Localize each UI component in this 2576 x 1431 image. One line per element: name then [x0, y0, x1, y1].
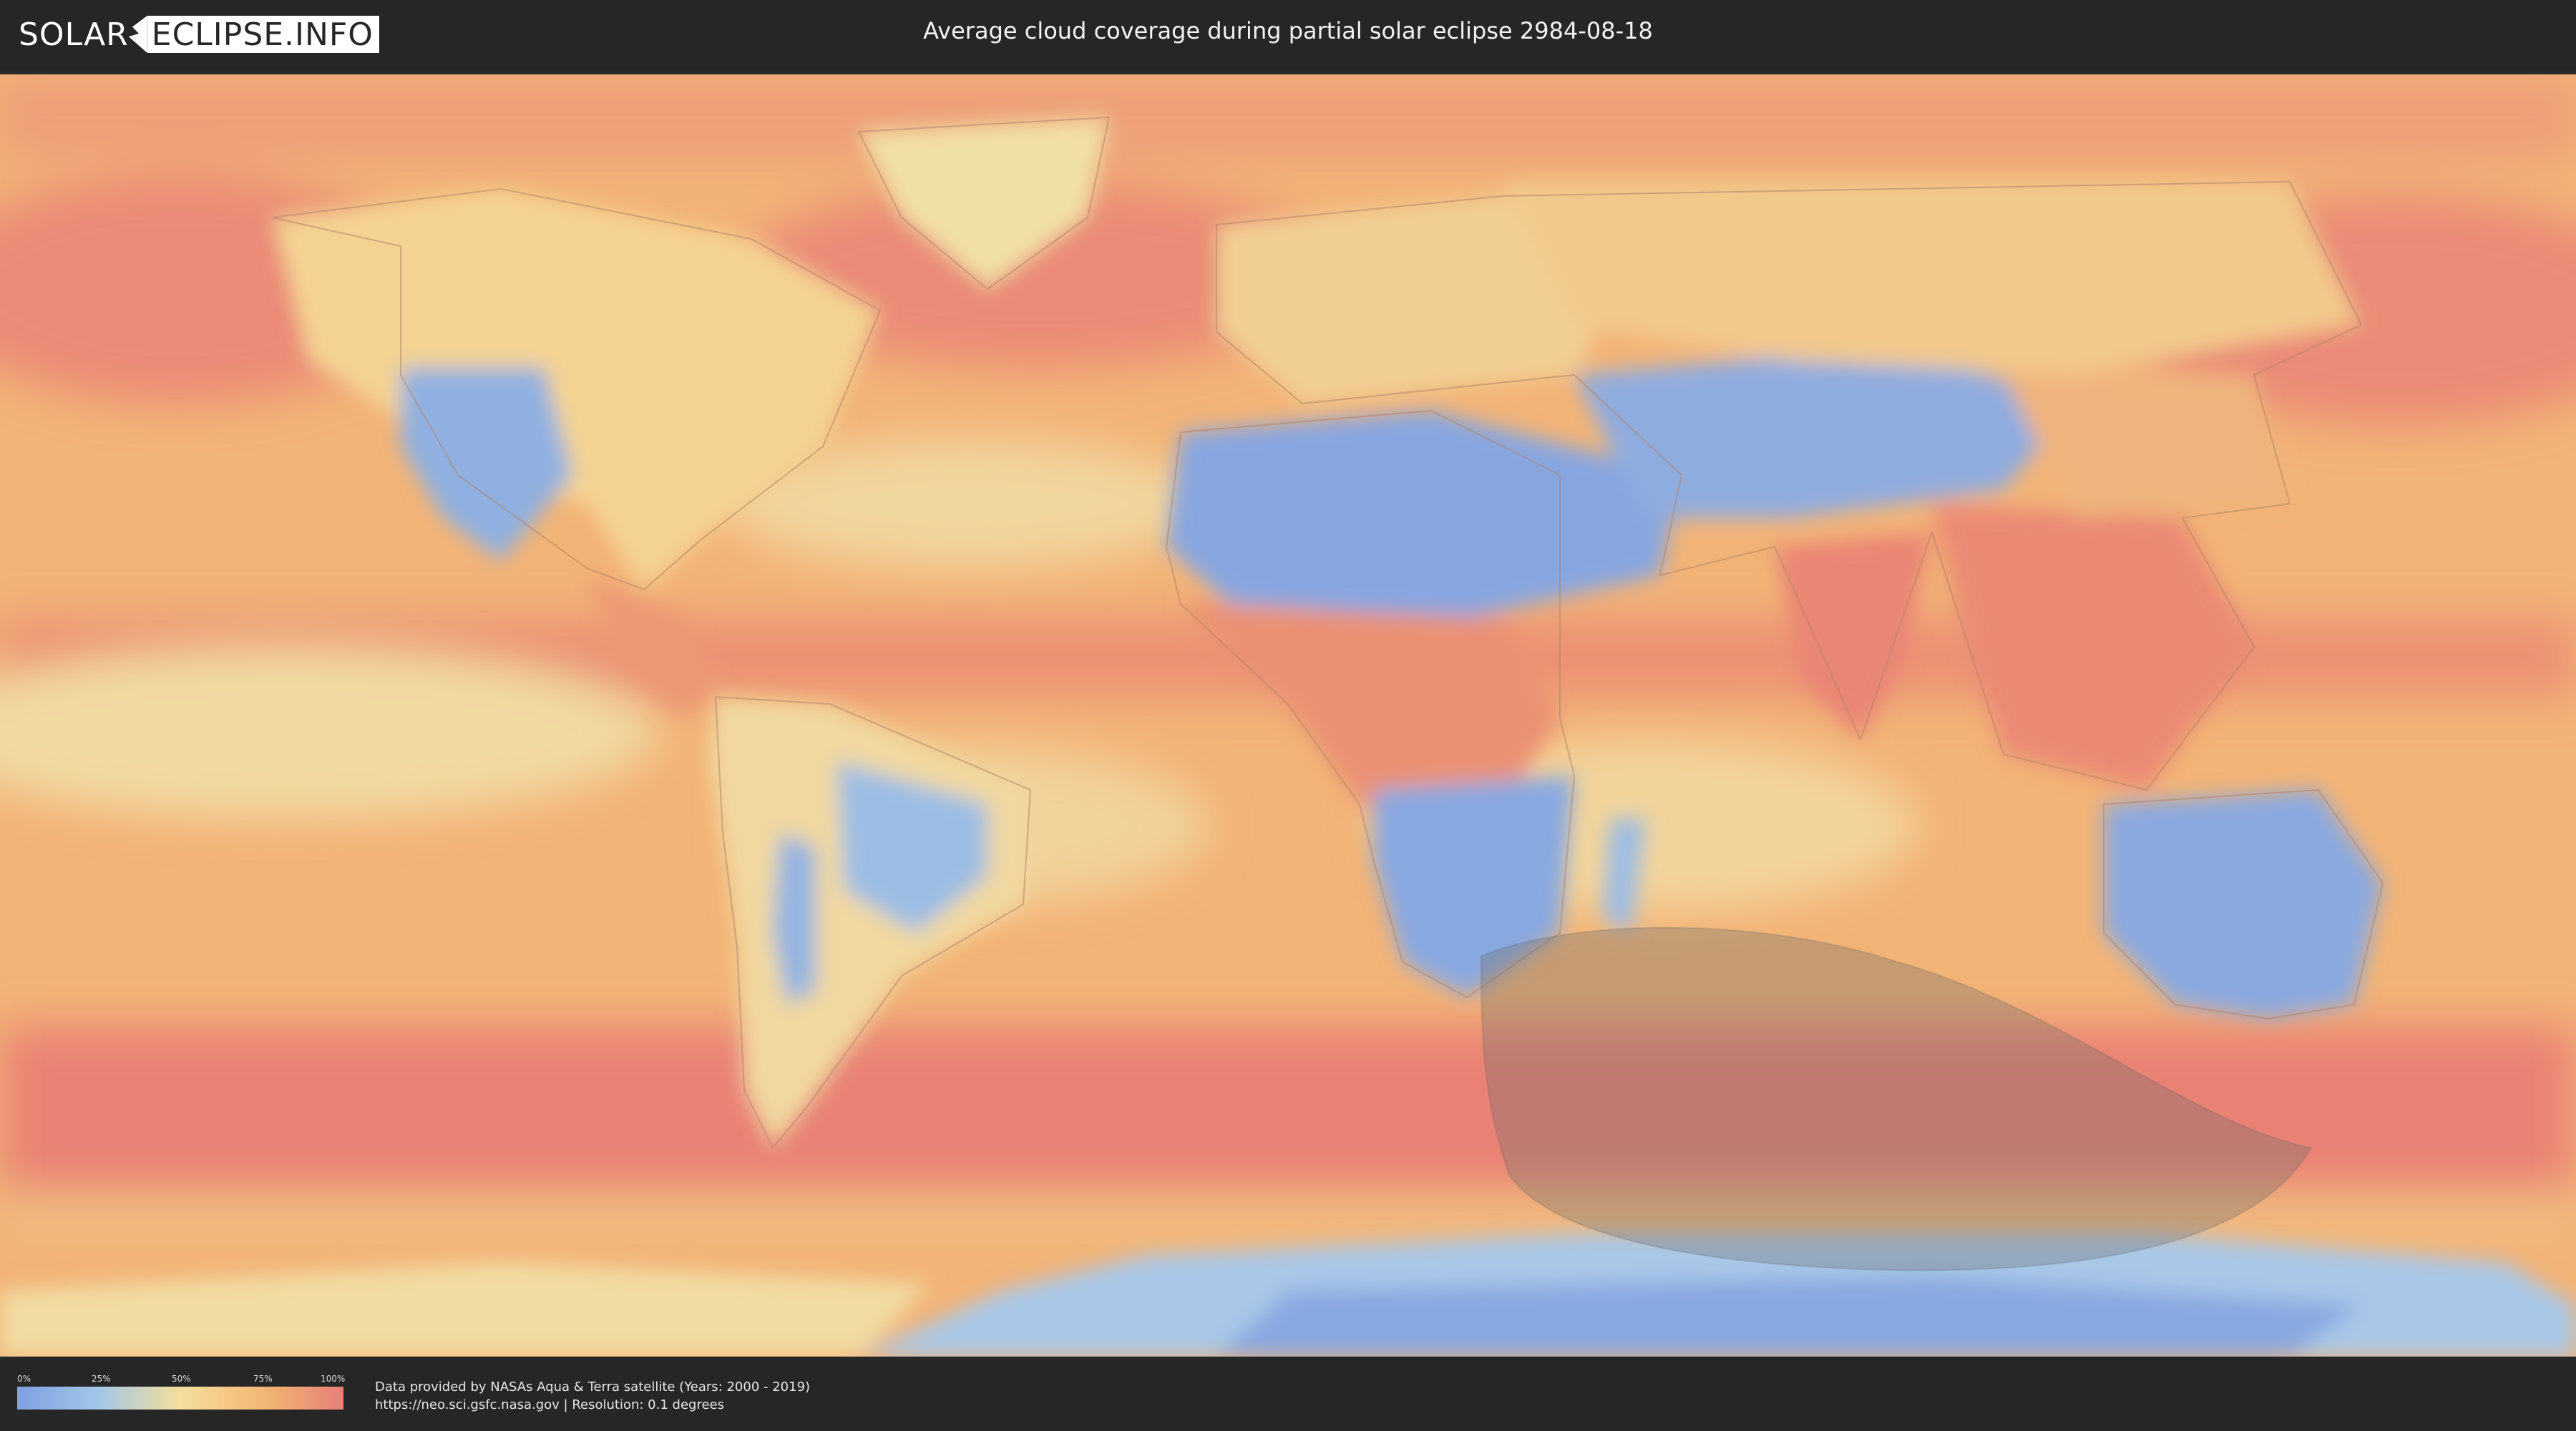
legend-gradient-bar: [17, 1387, 343, 1410]
data-credits: Data provided by NASAs Aqua & Terra sate…: [375, 1378, 810, 1414]
legend-ticks: 0% 25% 50% 75% 100%: [17, 1374, 346, 1384]
legend-tick-25: 25%: [92, 1374, 111, 1384]
world-map: [0, 74, 2576, 1357]
credit-line-1: Data provided by NASAs Aqua & Terra sate…: [375, 1379, 811, 1395]
page-title: Average cloud coverage during partial so…: [923, 17, 1653, 44]
legend-tick-50: 50%: [172, 1374, 191, 1384]
credit-line-2: https://neo.sci.gsfc.nasa.gov | Resoluti…: [375, 1397, 724, 1412]
legend-tick-75: 75%: [253, 1374, 273, 1384]
color-legend: 0% 25% 50% 75% 100%: [17, 1374, 346, 1410]
cloud-coverage-map: [0, 74, 2576, 1357]
legend-tick-0: 0%: [17, 1374, 31, 1384]
top-bar: SOLAR ECLIPSE.INFO Average cloud coverag…: [0, 0, 2576, 72]
bottom-bar: 0% 25% 50% 75% 100% Data provided by NAS…: [0, 1357, 2576, 1431]
legend-tick-100: 100%: [321, 1374, 346, 1384]
arctic-band: [0, 74, 2576, 160]
